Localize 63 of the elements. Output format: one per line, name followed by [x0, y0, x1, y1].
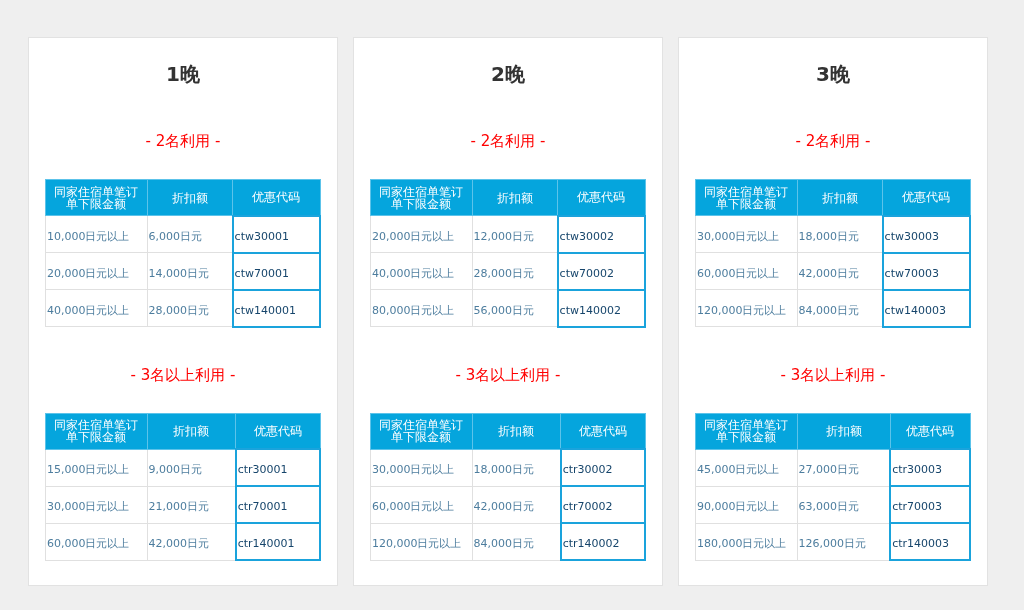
coupon-code-cell: ctw30002 — [557, 215, 645, 253]
coupon-code-cell: ctw140003 — [882, 289, 970, 327]
coupon-code-cell: ctr30002 — [560, 449, 645, 486]
coupon-code-cell: ctw140002 — [557, 289, 645, 327]
column-header: 折扣额 — [147, 413, 236, 449]
table-cell: 120,000日元以上 — [370, 523, 473, 560]
table-cell: 40,000日元以上 — [45, 289, 148, 327]
column-header: 优惠代码 — [890, 413, 970, 449]
column-header: 同家住宿单笔订单下限金额 — [695, 413, 798, 449]
column-header: 折扣额 — [797, 179, 883, 216]
column-header: 同家住宿单笔订单下限金额 — [370, 179, 473, 216]
table-cell: 30,000日元以上 — [695, 215, 798, 253]
table-cell: 20,000日元以上 — [370, 215, 473, 253]
column-header: 优惠代码 — [557, 179, 645, 216]
column-header: 折扣额 — [472, 413, 561, 449]
coupon-code-cell: ctw70002 — [557, 252, 645, 290]
card-title: 1晚 — [165, 61, 201, 88]
column-header: 优惠代码 — [232, 179, 320, 216]
card-title: 2晚 — [490, 61, 526, 88]
column-header: 折扣额 — [797, 413, 891, 449]
column-header: 折扣额 — [147, 179, 233, 216]
table-cell: 30,000日元以上 — [370, 449, 473, 486]
column-header: 优惠代码 — [560, 413, 645, 449]
coupon-code-cell: ctw140001 — [232, 289, 320, 327]
table-cell: 180,000日元以上 — [695, 523, 798, 560]
table-cell: 15,000日元以上 — [45, 449, 148, 486]
coupon-code-cell: ctr70002 — [560, 486, 645, 523]
section-heading: - 2名利用 - — [794, 131, 872, 152]
column-header: 同家住宿单笔订单下限金额 — [45, 413, 148, 449]
coupon-code-cell: ctw70001 — [232, 252, 320, 290]
card-title: 3晚 — [815, 61, 851, 88]
column-header: 同家住宿单笔订单下限金额 — [695, 179, 798, 216]
coupon-code-cell: ctr140003 — [890, 523, 970, 560]
coupon-code-cell: ctw30003 — [882, 215, 970, 253]
coupon-code-cell: ctw70003 — [882, 252, 970, 290]
table-cell: 90,000日元以上 — [695, 486, 798, 523]
column-header: 同家住宿单笔订单下限金额 — [370, 413, 473, 449]
table-cell: 10,000日元以上 — [45, 215, 148, 253]
section-heading: - 3名以上利用 - — [779, 364, 887, 386]
coupon-code-cell: ctr70001 — [235, 486, 320, 523]
table-cell: 20,000日元以上 — [45, 252, 148, 290]
coupon-code-cell: ctr140002 — [560, 523, 645, 560]
table-cell: 80,000日元以上 — [370, 289, 473, 327]
column-header: 同家住宿单笔订单下限金额 — [45, 179, 148, 216]
column-header: 优惠代码 — [235, 413, 320, 449]
column-header: 折扣额 — [472, 179, 558, 216]
table-cell: 45,000日元以上 — [695, 449, 798, 486]
coupon-code-cell: ctr30003 — [890, 449, 970, 486]
table-cell: 60,000日元以上 — [370, 486, 473, 523]
table-cell: 60,000日元以上 — [45, 523, 148, 560]
table-cell: 120,000日元以上 — [695, 289, 798, 327]
section-heading: - 3名以上利用 - — [454, 364, 562, 386]
coupon-code-cell: ctr140001 — [235, 523, 320, 560]
column-header: 优惠代码 — [882, 179, 970, 216]
coupon-code-cell: ctr70003 — [890, 486, 970, 523]
table-cell: 60,000日元以上 — [695, 252, 798, 290]
table-cell: 30,000日元以上 — [45, 486, 148, 523]
table-cell: 40,000日元以上 — [370, 252, 473, 290]
coupon-code-cell: ctw30001 — [232, 215, 320, 253]
section-heading: - 2名利用 - — [144, 131, 222, 152]
coupon-code-cell: ctr30001 — [235, 449, 320, 486]
section-heading: - 2名利用 - — [469, 131, 547, 152]
section-heading: - 3名以上利用 - — [129, 364, 237, 386]
